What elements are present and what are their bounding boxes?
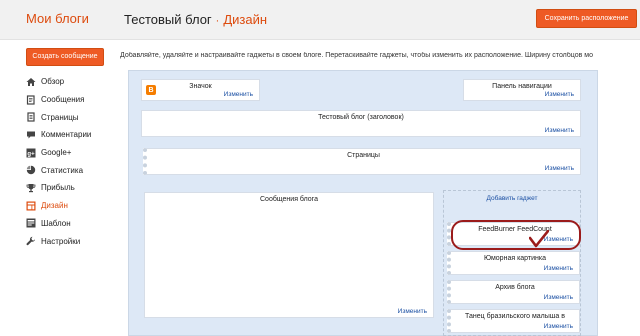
gadget-title: Значок [189, 83, 212, 90]
sidebar-item-label: Прибыль [41, 183, 75, 193]
edit-link[interactable]: Изменить [544, 323, 573, 330]
posts-icon [26, 94, 36, 105]
gadget-title: Панель навигации [492, 83, 552, 90]
sidebar-item-label: Сообщения [41, 95, 85, 105]
sidebar-item-label: Google+ [41, 148, 72, 158]
sidebar-item-label: Статистика [41, 165, 84, 175]
section-title: Дизайн [223, 12, 268, 27]
sidebar-item-label: Настройки [41, 236, 81, 246]
gadget-funny-picture[interactable]: Юморная картинка Изменить [447, 251, 580, 275]
sidebar-item-settings[interactable]: Настройки [26, 232, 91, 250]
gadget-favicon[interactable]: B Значок Изменить [141, 79, 260, 101]
wrench-icon [26, 236, 36, 246]
gadget-title: Страницы [347, 152, 380, 159]
gadget-title: Архив блога [495, 284, 535, 291]
sidebar-nav: Обзор Сообщения Страницы Комментарии g+ … [26, 73, 91, 250]
sidebar-item-label: Обзор [41, 77, 65, 87]
comments-icon [26, 130, 36, 140]
sidebar-item-stats[interactable]: Статистика [26, 161, 91, 179]
gadget-blog-posts[interactable]: Сообщения блога Изменить [144, 192, 434, 318]
pages-icon [26, 112, 36, 122]
svg-text:g+: g+ [27, 151, 35, 157]
my-blogs-link[interactable]: Мои блоги [26, 11, 89, 26]
add-gadget-link[interactable]: Добавить гаджет [444, 195, 580, 202]
gadget-header[interactable]: Тестовый блог (заголовок) Изменить [141, 110, 581, 137]
home-icon [26, 77, 36, 87]
sidebar-item-label: Дизайн [41, 201, 68, 211]
breadcrumb: Тестовый блог · Дизайн [124, 12, 267, 27]
trophy-icon [26, 183, 36, 193]
edit-link[interactable]: Изменить [545, 165, 574, 172]
gadget-title: Тестовый блог (заголовок) [318, 114, 404, 121]
gadget-blog-archive[interactable]: Архив блога Изменить [447, 280, 580, 304]
edit-link[interactable]: Изменить [398, 308, 427, 315]
sidebar-item-label: Шаблон [41, 218, 71, 228]
gadget-title: Танец бразильского малыша в [465, 313, 565, 320]
new-post-button[interactable]: Создать сообщение [26, 48, 104, 66]
edit-link[interactable]: Изменить [545, 127, 574, 134]
sidebar-item-pages[interactable]: Страницы [26, 108, 91, 126]
gadget-brazilian-baby-dance[interactable]: Танец бразильского малыша в Изменить [447, 309, 580, 333]
sidebar-item-layout[interactable]: Дизайн [26, 197, 91, 215]
gadget-pages[interactable]: Страницы Изменить [143, 148, 581, 175]
edit-link[interactable]: Изменить [544, 294, 573, 301]
sidebar-item-label: Страницы [41, 112, 79, 122]
gadget-navbar[interactable]: Панель навигации Изменить [463, 79, 581, 101]
gadget-title: Сообщения блога [260, 196, 318, 203]
sidebar-item-overview[interactable]: Обзор [26, 73, 91, 91]
google-plus-icon: g+ [26, 148, 36, 158]
sidebar-item-earnings[interactable]: Прибыль [26, 179, 91, 197]
edit-link[interactable]: Изменить [544, 265, 573, 272]
blog-title[interactable]: Тестовый блог [124, 12, 212, 27]
layout-icon [26, 201, 36, 211]
template-icon [26, 218, 36, 228]
gadget-title: Юморная картинка [483, 255, 547, 262]
edit-link[interactable]: Изменить [545, 91, 574, 98]
stats-icon [26, 165, 36, 175]
top-bar: Мои блоги Тестовый блог · Дизайн Сохранить… [0, 0, 640, 40]
save-layout-button[interactable]: Сохранить расположение [536, 9, 637, 28]
breadcrumb-separator: · [215, 15, 220, 27]
layout-description: Добавляйте, удаляйте и настраивайте гадж… [120, 52, 593, 59]
sidebar-item-label: Комментарии [41, 130, 92, 140]
highlight-ellipse [451, 220, 581, 250]
sidebar-item-google-plus[interactable]: g+ Google+ [26, 144, 91, 162]
edit-link[interactable]: Изменить [224, 91, 253, 98]
sidebar-item-template[interactable]: Шаблон [26, 215, 91, 233]
sidebar-item-posts[interactable]: Сообщения [26, 91, 91, 109]
checkmark-annotation [529, 230, 549, 248]
sidebar-item-comments[interactable]: Комментарии [26, 126, 91, 144]
